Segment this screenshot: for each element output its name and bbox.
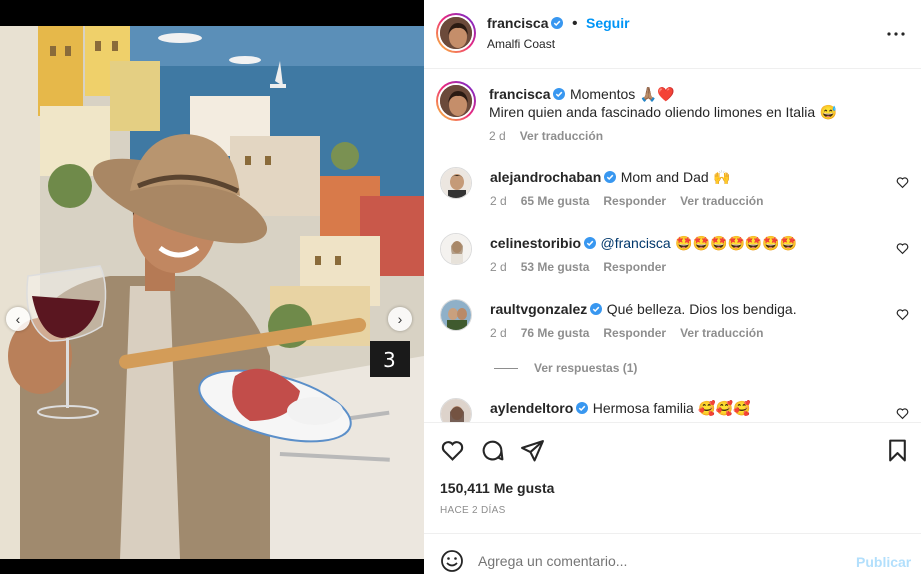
reply-link[interactable]: Responder [603,326,666,340]
verified-badge-icon [551,17,564,29]
comment-username[interactable]: alejandrochaban [490,169,601,185]
comment-emoji: 🤩🤩🤩🤩🤩🤩🤩 [675,235,798,251]
comment-likes[interactable]: 76 Me gusta [521,326,590,340]
post-details-panel: francisca • Seguir Amalfi Coast francisc… [424,0,921,574]
comment-row: alejandrochaban Mom and Dad 🙌 [490,169,731,187]
header-divider [424,68,921,69]
caption-line-2: Miren quien anda fascinado oliendo limon… [489,104,837,122]
comment-meta: 2 d 65 Me gusta Responder Ver traducción [490,194,763,208]
caption-emoji-end: 😅 [819,104,837,120]
caption-meta: 2 d Ver traducción [489,129,603,143]
separator-dot: • [571,15,578,32]
comment-emoji: 🙌 [713,169,731,185]
comment-row: aylendeltoro Hermosa familia 🥰🥰🥰 [490,400,751,418]
view-replies-label: Ver respuestas (1) [534,361,638,375]
post-photo-image: 3 [0,26,424,559]
comment-like-heart-icon[interactable] [896,308,909,321]
comment-row: raultvgonzalez Qué belleza. Dios los ben… [490,301,797,319]
post-location[interactable]: Amalfi Coast [487,37,555,51]
like-heart-icon[interactable] [440,438,465,463]
comment-text: Hermosa familia [592,400,694,416]
comment-like-heart-icon[interactable] [896,242,909,255]
composer-divider [424,533,921,534]
comment-avatar[interactable] [440,299,472,331]
post-header: francisca • Seguir [487,15,630,33]
caption-avatar[interactable] [436,81,476,121]
like-count[interactable]: 150,411 Me gusta [440,480,554,496]
comment-like-heart-icon[interactable] [896,407,909,420]
comment-age[interactable]: 2 d [490,194,507,208]
verified-badge-icon [553,88,566,100]
comment-likes[interactable]: 53 Me gusta [521,260,590,274]
translate-link[interactable]: Ver traducción [680,326,763,340]
verified-badge-icon [584,237,597,249]
comment-meta: 2 d 76 Me gusta Responder Ver traducción [490,326,763,340]
verified-badge-icon [576,402,589,414]
comment-clip: aylendeltoro Hermosa familia 🥰🥰🥰 [424,388,921,422]
follow-button[interactable]: Seguir [586,15,630,31]
caption-text-second: Miren quien anda fascinado oliendo limon… [489,104,816,120]
verified-badge-icon [604,171,617,183]
caption-username[interactable]: francisca [489,86,550,102]
previous-photo-button[interactable]: ‹ [6,307,30,331]
caption-text-first: Momentos [569,86,636,102]
caption: francisca Momentos 🙏🏽❤️ [489,86,909,104]
publish-button[interactable]: Publicar [856,554,911,570]
view-replies-button[interactable]: Ver respuestas (1) [494,361,637,375]
comment-username[interactable]: aylendeltoro [490,400,573,416]
comment-avatar[interactable] [440,398,472,422]
comment-age[interactable]: 2 d [490,260,507,274]
more-options-icon[interactable] [884,22,908,46]
comment-bubble-icon[interactable] [480,438,505,463]
comment-username[interactable]: raultvgonzalez [490,301,587,317]
next-photo-button[interactable]: › [388,307,412,331]
author-username[interactable]: francisca [487,15,548,31]
comment-text: Qué belleza. Dios los bendiga. [606,301,797,317]
actions-divider [424,422,921,423]
translate-link[interactable]: Ver traducción [680,194,763,208]
comment-text: Mom and Dad [620,169,709,185]
post-photo[interactable]: 3 ‹ › [0,26,424,559]
emoji-picker-icon[interactable] [440,549,464,573]
chevron-right-icon: › [397,311,403,327]
share-paper-plane-icon[interactable] [520,438,545,463]
caption-age[interactable]: 2 d [489,129,506,143]
caption-emojis: 🙏🏽❤️ [639,86,675,102]
author-avatar[interactable] [436,13,476,53]
chevron-left-icon: ‹ [15,311,21,327]
verified-badge-icon [590,303,603,315]
comment-meta: 2 d 53 Me gusta Responder [490,260,666,274]
comment-age[interactable]: 2 d [490,326,507,340]
comment-like-heart-icon[interactable] [896,176,909,189]
caption-translate-link[interactable]: Ver traducción [520,129,603,143]
comment-avatar[interactable] [440,233,472,265]
save-bookmark-icon[interactable] [885,438,910,463]
comment-input[interactable] [478,550,838,572]
table-number: 3 [383,348,396,372]
comment-emoji: 🥰🥰🥰 [698,400,751,416]
comment-likes[interactable]: 65 Me gusta [521,194,590,208]
reply-link[interactable]: Responder [603,194,666,208]
reply-link[interactable]: Responder [603,260,666,274]
comment-mention-link[interactable]: @francisca [600,235,670,251]
comment-row: celinestoribio @francisca 🤩🤩🤩🤩🤩🤩🤩 [490,235,797,253]
comment-avatar[interactable] [440,167,472,199]
comment-username[interactable]: celinestoribio [490,235,581,251]
replies-line [494,367,518,369]
post-date[interactable]: HACE 2 DÍAS [440,505,506,516]
